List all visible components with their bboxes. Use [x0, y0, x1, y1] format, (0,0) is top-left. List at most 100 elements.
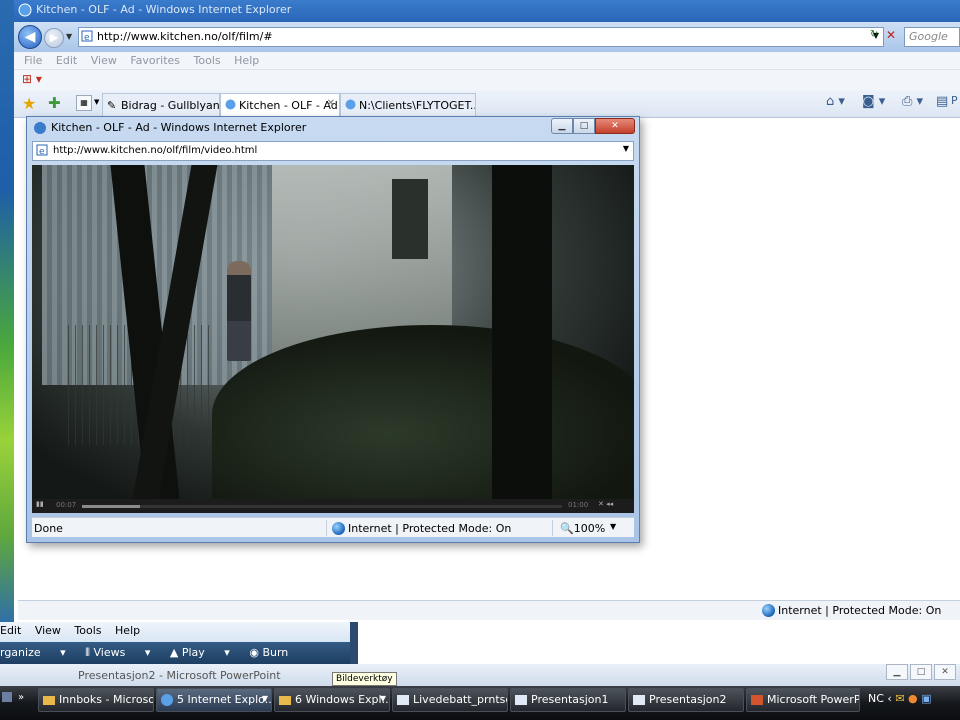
close-tab-icon[interactable]: ✕ [327, 98, 335, 109]
tab-kitchen[interactable]: Kitchen - OLF - Ad ✕ [220, 93, 340, 117]
duration: 01:00 [568, 501, 589, 509]
menu-help[interactable]: Help [115, 624, 140, 637]
menu-edit[interactable]: Edit [0, 624, 21, 637]
refresh-icon[interactable]: ↻ [870, 29, 878, 40]
ie-tab-icon [225, 99, 236, 113]
security-zone[interactable]: Internet | Protected Mode: On [762, 604, 941, 617]
stop-icon[interactable]: ✕ [886, 28, 896, 42]
minimize-button[interactable]: ▁ [551, 118, 573, 134]
mail-icon[interactable]: ✉ [895, 692, 904, 705]
system-tray: NC ‹ ✉ ● ▣ [862, 688, 932, 712]
quicklaunch-chevron-icon[interactable]: » [18, 692, 24, 703]
security-zone[interactable]: Internet | Protected Mode: On [332, 522, 511, 535]
feeds-icon[interactable]: ⊞ ▾ [22, 72, 42, 86]
quick-tabs-icon[interactable]: ▦ [76, 95, 92, 111]
views-button[interactable]: ⦀ Views ▾ [85, 646, 150, 659]
menu-edit[interactable]: Edit [56, 54, 77, 67]
close-button[interactable]: ✕ [934, 664, 956, 680]
print-icon[interactable]: ⎙ ▾ [902, 94, 923, 109]
forward-button[interactable]: ▶ [44, 28, 64, 48]
rss-icon[interactable]: ◙ ▾ [862, 94, 885, 109]
maximize-button[interactable]: □ [573, 118, 595, 134]
window-controls: ▁ □ ✕ [551, 118, 635, 134]
folder-icon [278, 693, 292, 707]
page-menu-icon[interactable]: ▤ [936, 94, 948, 109]
play-button[interactable]: ▲ Play ▾ [170, 646, 230, 659]
globe-icon [332, 522, 345, 535]
video-popup-window: Kitchen - OLF - Ad - Windows Internet Ex… [26, 116, 640, 543]
address-input[interactable]: e http://www.kitchen.no/olf/film/# ▼ [78, 27, 884, 47]
maximize-button[interactable]: □ [910, 664, 932, 680]
zoom-dropdown-icon[interactable]: ▼ [610, 522, 616, 531]
page-menu-label[interactable]: P [951, 94, 958, 107]
main-window-title: Kitchen - OLF - Ad - Windows Internet Ex… [36, 3, 292, 16]
zoom-level[interactable]: 🔍100% [558, 522, 605, 535]
tab-bidrag[interactable]: ✎ Bidrag - Gullblyanten [102, 93, 220, 117]
history-dropdown-icon[interactable]: ▼ [66, 32, 72, 41]
globe-icon [762, 604, 775, 617]
video-frame [32, 165, 634, 505]
back-button[interactable]: ◀ [18, 25, 42, 49]
play-pause-icon[interactable]: ▮▮ [36, 500, 44, 508]
svg-text:e: e [84, 33, 90, 42]
taskbar-windows-explorer[interactable]: 6 Windows Expl... ▼ [274, 688, 390, 712]
seek-progress [82, 505, 140, 508]
windows-explorer-window: Edit View Tools Help rganize ▾ ⦀ Views ▾… [0, 622, 960, 664]
popup-status-bar: Done Internet | Protected Mode: On 🔍100%… [32, 517, 634, 537]
video-player[interactable]: ▮▮ 00:07 01:00 ✕ ◂◂ [32, 165, 634, 513]
minimize-button[interactable]: ▁ [886, 664, 908, 680]
language-indicator[interactable]: NC [868, 692, 884, 705]
command-bar: ⊞ ▾ [14, 70, 960, 90]
menu-view[interactable]: View [91, 54, 117, 67]
pencil-icon: ✎ [107, 99, 117, 112]
organize-button[interactable]: rganize ▾ [0, 646, 66, 659]
burn-button[interactable]: ◉ Burn [249, 646, 304, 659]
seek-bar[interactable] [82, 505, 562, 508]
taskbar-internet-explorer[interactable]: 5 Internet Explo... ▼ [156, 688, 272, 712]
taskbar-livedebatt[interactable]: Livedebatt_prntsc... [392, 688, 508, 712]
tab-list-dropdown-icon[interactable]: ▼ [94, 98, 99, 106]
explorer-menu: Edit View Tools Help [0, 622, 352, 642]
menu-file[interactable]: File [24, 54, 42, 67]
video-controls: ▮▮ 00:07 01:00 ✕ ◂◂ [32, 499, 634, 513]
search-input[interactable]: Google [904, 27, 960, 47]
menu-tools[interactable]: Tools [194, 54, 221, 67]
close-button[interactable]: ✕ [595, 118, 635, 134]
popup-address-bar[interactable]: e http://www.kitchen.no/olf/film/video.h… [32, 141, 634, 161]
menu-view[interactable]: View [35, 624, 61, 637]
menu-favorites[interactable]: Favorites [130, 54, 180, 67]
ie-icon [33, 121, 47, 138]
taskbar-presentasjon2[interactable]: Presentasjon2 [628, 688, 744, 712]
main-status-bar: Internet | Protected Mode: On [18, 600, 960, 620]
explorer-toolbar: rganize ▾ ⦀ Views ▾ ▲ Play ▾ ◉ Burn [0, 642, 352, 664]
main-title-bar: Kitchen - OLF - Ad - Windows Internet Ex… [14, 0, 960, 22]
address-bar-area: ◀ ▶ ▼ e http://www.kitchen.no/olf/film/#… [14, 22, 960, 52]
tab-bar: ★ ✚ ▦ ▼ ✎ Bidrag - Gullblyanten Kitchen … [14, 90, 960, 118]
taskbar-outlook[interactable]: Innboks - Microso... [38, 688, 154, 712]
image-icon [396, 693, 410, 707]
address-dropdown-icon[interactable]: ▼ [623, 144, 629, 153]
menu-help[interactable]: Help [234, 54, 259, 67]
ie-icon [18, 3, 32, 20]
slides-icon [632, 693, 646, 707]
tab-flytoget[interactable]: N:\Clients\FLYTOGET... [340, 93, 476, 117]
show-desktop-icon[interactable] [2, 692, 12, 702]
elapsed-time: 00:07 [56, 501, 77, 509]
slides-icon [514, 693, 528, 707]
menu-tools[interactable]: Tools [74, 624, 101, 637]
powerpoint-window-controls: ▁ □ ✕ [884, 664, 956, 680]
add-favorite-icon[interactable]: ✚ [48, 94, 61, 112]
taskbar-powerpoint[interactable]: Microsoft PowerP... [746, 688, 860, 712]
network-icon[interactable]: ▣ [921, 692, 931, 705]
powerpoint-icon [750, 693, 764, 707]
taskbar-presentasjon1[interactable]: Presentasjon1 [510, 688, 626, 712]
ie-tab-icon [345, 99, 356, 113]
home-icon[interactable]: ⌂ ▾ [826, 94, 845, 109]
outlook-tray-icon[interactable]: ● [908, 692, 918, 705]
child-figure [227, 261, 251, 361]
menu-bar: File Edit View Favorites Tools Help [14, 52, 960, 70]
fullscreen-icon[interactable]: ✕ ◂◂ [598, 500, 613, 508]
favorites-star-icon[interactable]: ★ [22, 94, 36, 113]
powerpoint-window: Presentasjon2 - Microsoft PowerPoint Bil… [0, 664, 960, 686]
page-icon: e [81, 30, 93, 45]
